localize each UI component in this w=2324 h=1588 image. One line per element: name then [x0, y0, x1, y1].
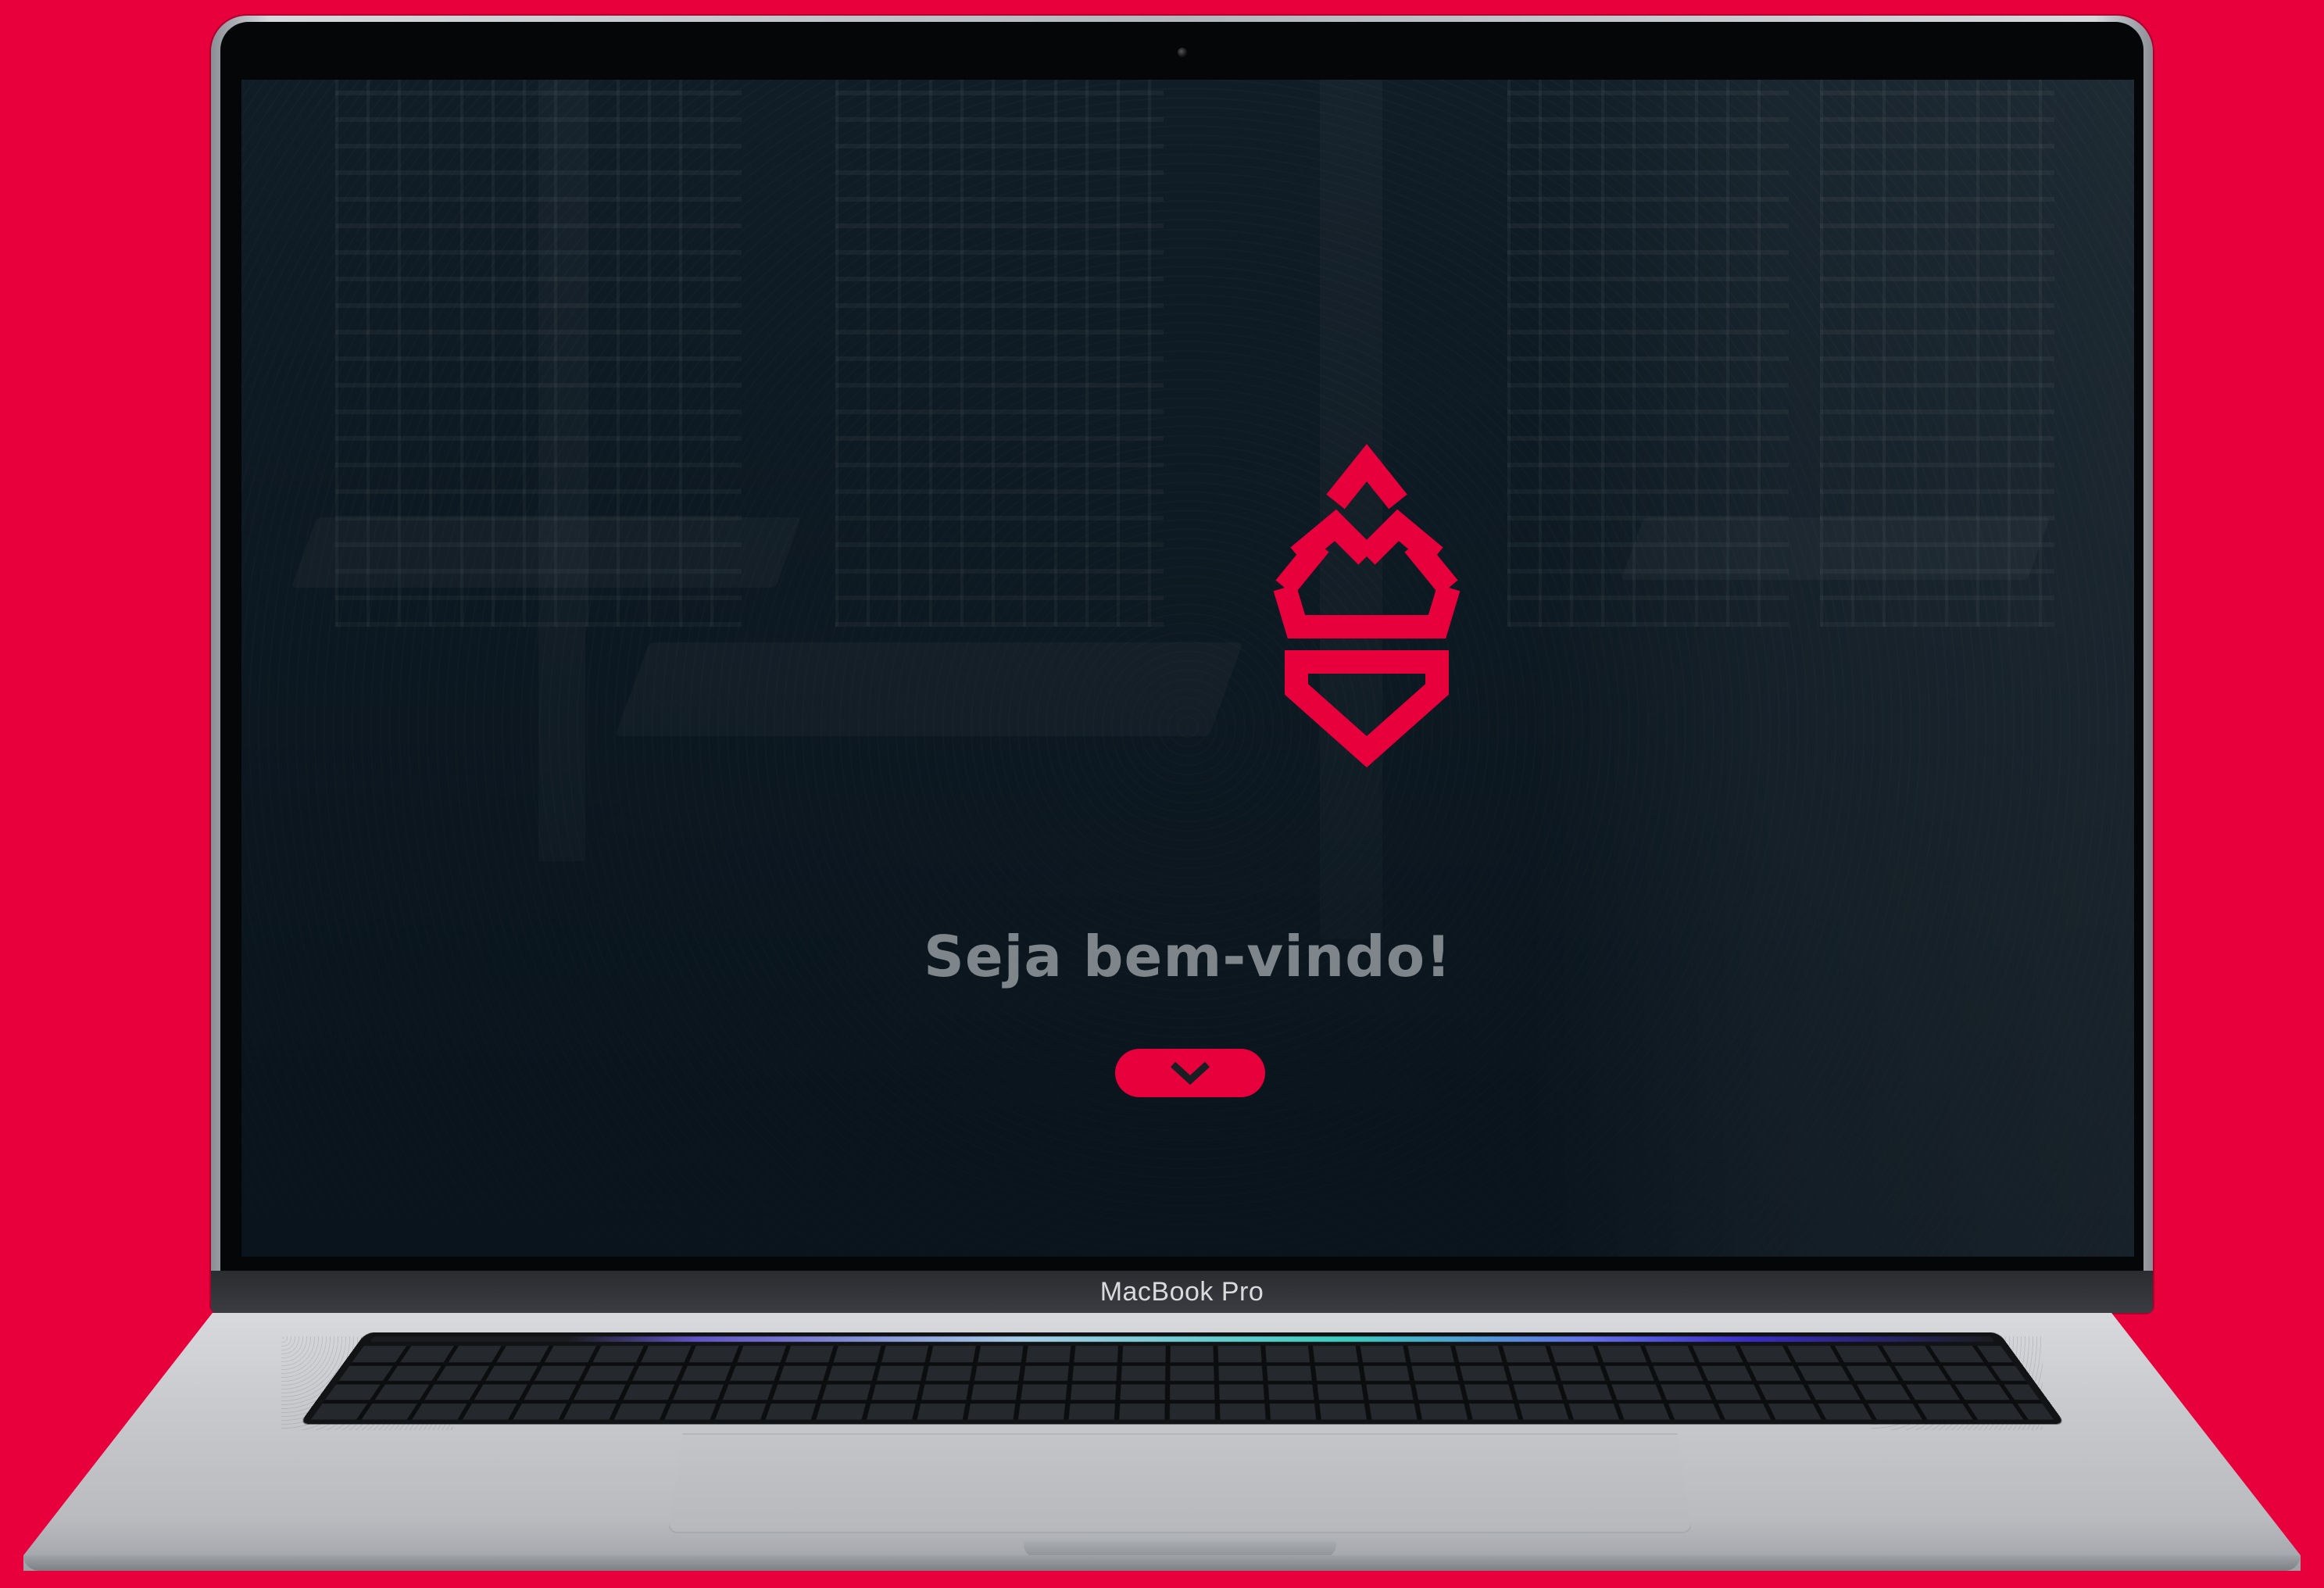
hinge-strip: MacBook Pro	[211, 1271, 2153, 1313]
scene: Seja bem-vindo! MacBook Pro	[0, 0, 2324, 1588]
key-row-divider	[322, 1400, 2043, 1404]
keyboard	[299, 1332, 2066, 1425]
scroll-down-button[interactable]	[1115, 1049, 1265, 1097]
welcome-heading: Seja bem-vindo!	[923, 924, 1452, 989]
crown-shield-logo-icon	[1273, 443, 1461, 767]
key-row-divider	[336, 1380, 2029, 1385]
touch-bar	[370, 1336, 1995, 1342]
screen-bezel: Seja bem-vindo!	[220, 22, 2143, 1313]
keyboard-keys	[310, 1346, 2054, 1420]
screen-glare	[1525, 80, 2134, 1257]
trackpad	[668, 1433, 1692, 1533]
chevron-down-icon	[1170, 1061, 1210, 1085]
key-row-divider	[349, 1362, 2015, 1366]
device-brand-label: MacBook Pro	[1099, 1277, 1264, 1307]
base-front-edge	[23, 1555, 2301, 1571]
app-screen: Seja bem-vindo!	[241, 80, 2134, 1257]
webcam-icon	[1177, 48, 1187, 57]
laptop-lid: Seja bem-vindo!	[211, 16, 2153, 1313]
